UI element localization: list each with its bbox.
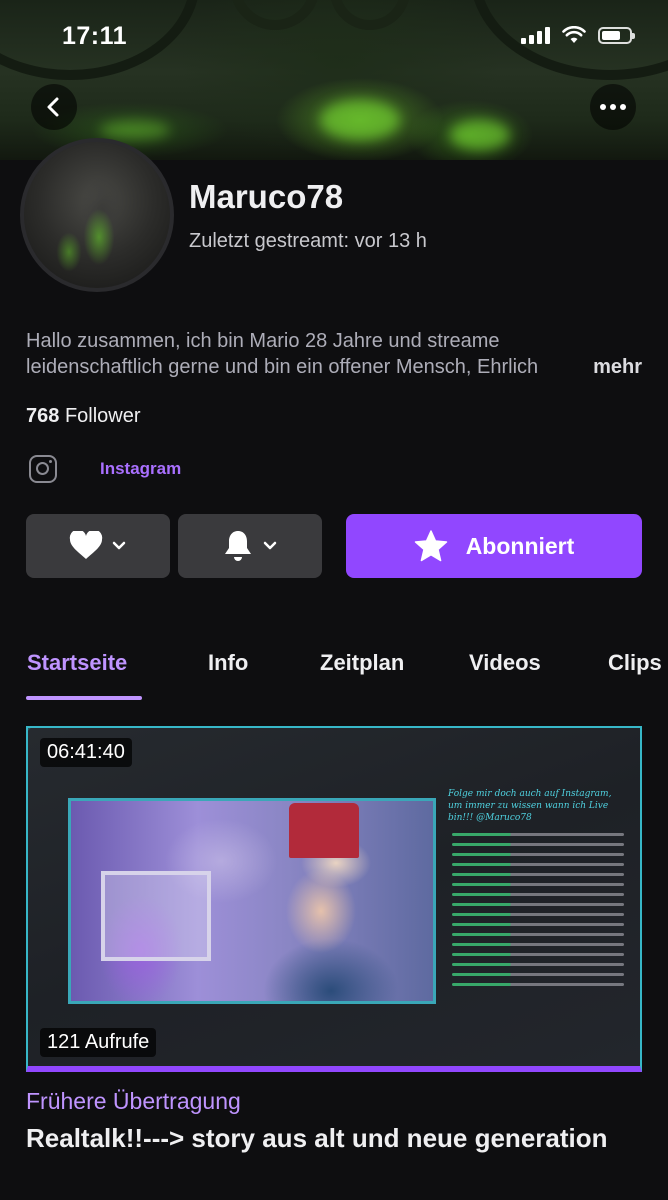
- subscribed-button[interactable]: Abonniert: [346, 514, 642, 578]
- chevron-left-icon: [47, 97, 59, 117]
- heart-icon: [69, 531, 103, 559]
- tab-info[interactable]: Info: [208, 650, 248, 676]
- back-button[interactable]: [31, 84, 77, 130]
- video-title[interactable]: Realtalk!!---> story aus alt und neue ge…: [26, 1122, 626, 1155]
- video-duration: 06:41:40: [40, 738, 132, 767]
- follower-label: Follower: [64, 405, 141, 427]
- follower-count: 768 Follower: [26, 405, 141, 428]
- cellular-signal-icon: [521, 26, 550, 44]
- channel-name: Maruco78: [189, 178, 344, 215]
- subscribed-label: Abonniert: [465, 532, 575, 559]
- overlay-text: Folge mir doch auch auf Instagram, um im…: [448, 789, 612, 823]
- notifications-button[interactable]: [178, 514, 322, 578]
- tab-startseite[interactable]: Startseite: [27, 650, 127, 676]
- social-link-instagram[interactable]: Instagram: [26, 455, 181, 483]
- last-stream-text: Zuletzt gestreamt: vor 13 h: [189, 230, 427, 252]
- tab-clips[interactable]: Clips: [608, 650, 662, 676]
- video-category[interactable]: Frühere Übertragung: [26, 1088, 241, 1115]
- channel-tabs: Startseite Info Zeitplan Videos Clips: [0, 650, 668, 700]
- stream-chat-overlay: Folge mir doch auch auf Instagram, um im…: [448, 788, 628, 1008]
- battery-icon: [598, 26, 635, 44]
- video-thumbnail[interactable]: Folge mir doch auch auf Instagram, um im…: [26, 726, 642, 1072]
- more-options-button[interactable]: [590, 84, 636, 130]
- channel-bio: Hallo zusammen, ich bin Mario 28 Jahre u…: [26, 328, 644, 380]
- chevron-down-icon: [112, 541, 126, 550]
- jersey-decor: [289, 803, 359, 858]
- wifi-icon: [562, 26, 586, 43]
- bio-line-2: leidenschaftlich gerne und bin ein offen…: [26, 356, 539, 378]
- chevron-down-icon: [263, 541, 277, 550]
- webcam-frame: [68, 798, 436, 1004]
- bio-more-link[interactable]: mehr: [563, 354, 642, 380]
- active-tab-indicator: [26, 696, 142, 700]
- follower-number: 768: [26, 405, 60, 427]
- star-icon: [414, 530, 447, 562]
- video-views: 121 Aufrufe: [40, 1028, 157, 1057]
- more-dots-icon: [600, 104, 626, 110]
- instagram-icon: [29, 455, 57, 483]
- avatar[interactable]: [20, 138, 174, 292]
- chat-lines: [452, 833, 624, 993]
- bell-icon: [225, 531, 251, 561]
- status-time: 17:11: [62, 22, 128, 50]
- tab-zeitplan[interactable]: Zeitplan: [320, 650, 404, 676]
- bio-line-1: Hallo zusammen, ich bin Mario 28 Jahre u…: [26, 330, 500, 352]
- follow-button[interactable]: [26, 514, 170, 578]
- shelf-decor: [101, 871, 211, 961]
- tab-videos[interactable]: Videos: [469, 650, 541, 676]
- status-bar: 17:11: [0, 0, 668, 72]
- status-icons: [521, 26, 635, 44]
- instagram-link[interactable]: Instagram: [100, 459, 181, 479]
